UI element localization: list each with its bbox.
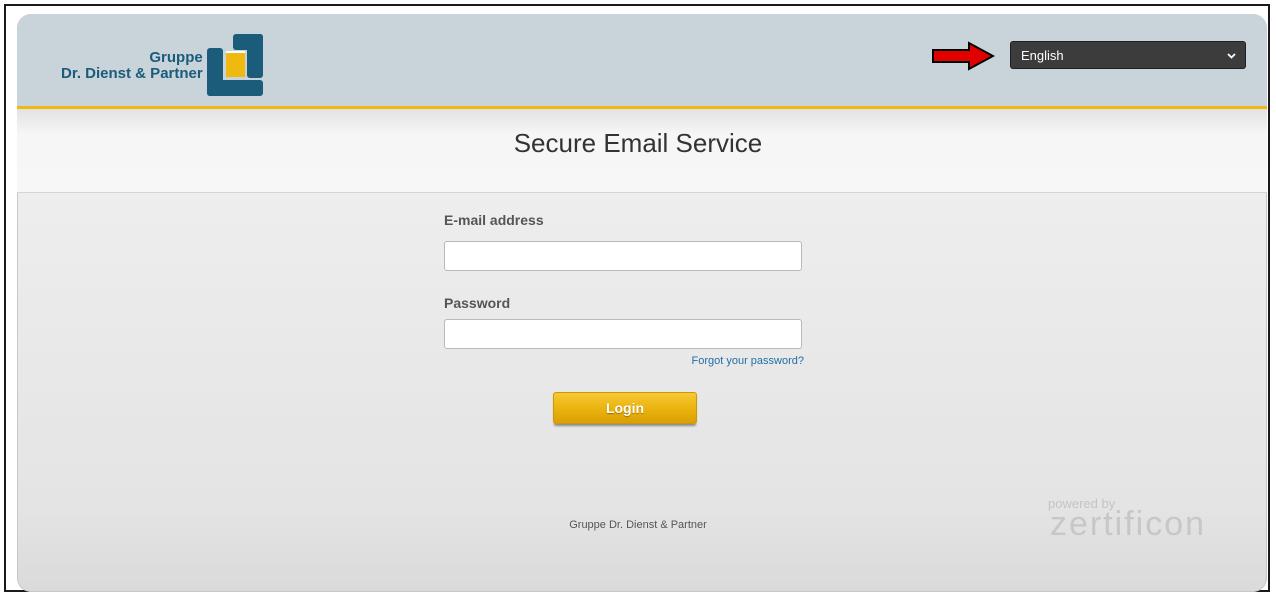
chevron-down-icon — [1226, 49, 1237, 64]
company-logo: Gruppe Dr. Dienst & Partner — [61, 34, 265, 98]
red-arrow-icon — [931, 41, 996, 76]
login-button[interactable]: Login — [553, 392, 697, 424]
language-select[interactable]: English — [1010, 41, 1246, 69]
language-selected-value: English — [1021, 48, 1064, 63]
logo-line2: Dr. Dienst & Partner — [61, 65, 203, 82]
logo-line1: Gruppe — [149, 49, 203, 66]
header-bar: Gruppe Dr. Dienst & Partner English — [17, 14, 1267, 109]
company-logo-icon — [206, 34, 265, 98]
password-label: Password — [444, 295, 511, 311]
email-field[interactable] — [444, 241, 802, 271]
logo-text: Gruppe Dr. Dienst & Partner — [61, 50, 203, 82]
password-field[interactable] — [444, 319, 802, 349]
forgot-password-link[interactable]: Forgot your password? — [692, 355, 805, 367]
powered-by-brand: zertificon — [1050, 505, 1207, 543]
powered-by-logo: powered by zertificon — [1010, 496, 1226, 544]
page-title: Secure Email Service — [513, 128, 763, 158]
email-label: E-mail address — [444, 212, 544, 228]
